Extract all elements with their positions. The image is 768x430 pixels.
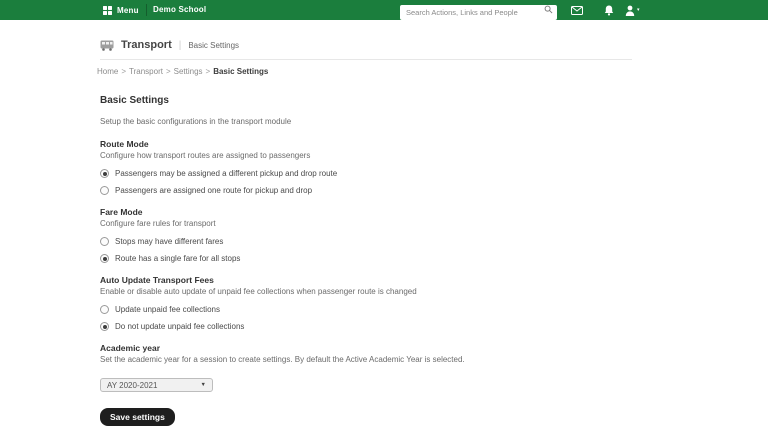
radio-button[interactable] [100, 254, 109, 263]
apps-grid-icon [103, 5, 112, 15]
module-subtitle: Basic Settings [188, 40, 240, 50]
radio-button[interactable] [100, 237, 109, 246]
radio-button[interactable] [100, 186, 109, 195]
section-auto-update-fees: Auto Update Transport Fees Enable or dis… [100, 275, 580, 331]
section-label: Auto Update Transport Fees [100, 275, 214, 285]
radio-label: Update unpaid fee collections [115, 305, 220, 314]
menu-button[interactable]: Menu [103, 0, 139, 20]
radio-option-different-fares[interactable]: Stops may have different fares [100, 237, 580, 246]
breadcrumb-separator: > [165, 67, 171, 76]
save-settings-button[interactable]: Save settings [100, 408, 175, 426]
mail-icon[interactable] [571, 0, 583, 20]
breadcrumb: Home > Transport > Settings > Basic Settings [97, 67, 268, 76]
radio-label: Passengers may be assigned a different p… [115, 169, 338, 178]
radio-option-update-unpaid[interactable]: Update unpaid fee collections [100, 305, 580, 314]
radio-button[interactable] [100, 169, 109, 178]
section-label: Fare Mode [100, 207, 143, 217]
radio-label: Do not update unpaid fee collections [115, 322, 245, 331]
section-route-mode: Route Mode Configure how transport route… [100, 139, 580, 195]
main-content: Basic Settings Setup the basic configura… [100, 95, 580, 426]
notifications-bell-icon[interactable] [604, 0, 614, 20]
menu-label: Menu [117, 5, 139, 15]
page-title: Basic Settings [100, 95, 169, 106]
module-title: Transport [121, 39, 172, 51]
search-input[interactable] [400, 5, 557, 20]
radio-button[interactable] [100, 305, 109, 314]
radio-label: Route has a single fare for all stops [115, 254, 241, 263]
header-divider [100, 59, 632, 60]
section-description: Configure how transport routes are assig… [100, 151, 311, 160]
page-description: Setup the basic configurations in the tr… [100, 117, 292, 126]
user-profile-icon[interactable]: ▾ [625, 0, 640, 20]
section-academic-year: Academic year Set the academic year for … [100, 343, 580, 392]
radio-option-different-pickup-drop[interactable]: Passengers may be assigned a different p… [100, 169, 580, 178]
section-description: Configure fare rules for transport [100, 219, 216, 228]
module-title-separator: | [178, 39, 182, 51]
breadcrumb-transport-link[interactable]: Transport [129, 67, 163, 76]
search-icon[interactable] [544, 5, 553, 14]
select-dropdown-arrow-icon: ▼ [200, 382, 206, 388]
breadcrumb-separator: > [121, 67, 127, 76]
breadcrumb-settings-link[interactable]: Settings [174, 67, 203, 76]
radio-option-one-route[interactable]: Passengers are assigned one route for pi… [100, 186, 580, 195]
school-name: Demo School [153, 5, 207, 14]
topbar: Menu Demo School ▾ [0, 0, 768, 20]
breadcrumb-home-link[interactable]: Home [97, 67, 118, 76]
academic-year-selected-value: AY 2020-2021 [107, 380, 158, 390]
section-description: Enable or disable auto update of unpaid … [100, 287, 417, 296]
section-label: Academic year [100, 343, 161, 353]
bus-icon [100, 40, 114, 51]
academic-year-select[interactable]: AY 2020-2021 ▼ [100, 378, 213, 392]
breadcrumb-current: Basic Settings [213, 67, 269, 76]
breadcrumb-separator: > [205, 67, 211, 76]
user-dropdown-caret-icon: ▾ [637, 6, 640, 13]
module-header: Transport | Basic Settings [100, 37, 239, 53]
section-fare-mode: Fare Mode Configure fare rules for trans… [100, 207, 580, 263]
section-label: Route Mode [100, 139, 149, 149]
radio-button[interactable] [100, 322, 109, 331]
section-description: Set the academic year for a session to c… [100, 355, 465, 364]
radio-label: Stops may have different fares [115, 237, 224, 246]
radio-option-do-not-update-unpaid[interactable]: Do not update unpaid fee collections [100, 322, 580, 331]
search-box [400, 2, 557, 20]
radio-label: Passengers are assigned one route for pi… [115, 186, 313, 195]
radio-option-single-fare[interactable]: Route has a single fare for all stops [100, 254, 580, 263]
topbar-divider [146, 4, 147, 16]
